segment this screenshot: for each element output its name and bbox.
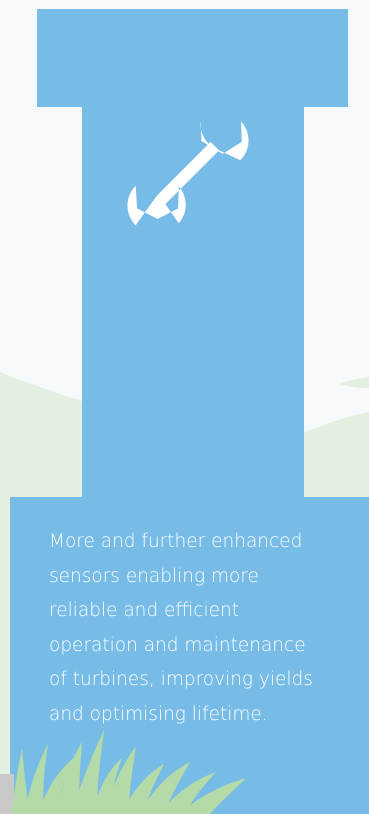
description-line: and optimising lifetime. (49, 703, 268, 725)
infographic-panel: More and further enhanced sensors enabli… (0, 0, 369, 814)
hill-ridge-right (340, 377, 369, 388)
ground-strip (0, 774, 14, 814)
description-line: reliable and efficient (49, 600, 239, 622)
description-line: operation and maintenance (49, 634, 306, 656)
description-line: of turbines, improving yields (49, 669, 313, 691)
description-line: sensors enabling more (49, 565, 259, 587)
description-text: More and further enhanced sensors enabli… (49, 525, 349, 733)
description-line: More and further enhanced (49, 531, 303, 552)
